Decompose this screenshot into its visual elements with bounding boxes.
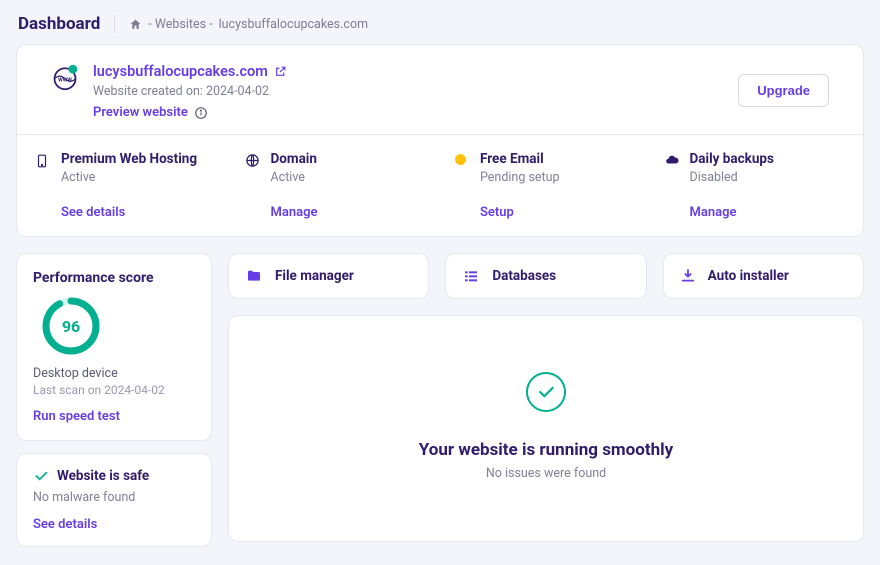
safety-details-link[interactable]: See details: [33, 517, 97, 532]
check-icon: [33, 468, 49, 484]
service-domain: Domain Active Manage: [231, 149, 441, 222]
site-name-link[interactable]: lucysbuffalocupcakes.com: [93, 63, 287, 80]
upgrade-button[interactable]: Upgrade: [738, 74, 829, 107]
performance-card: Performance score 96 Desktop device Last…: [16, 253, 212, 441]
breadcrumb: - Websites - lucysbuffalocupcakes.com: [129, 17, 368, 32]
info-icon[interactable]: [194, 106, 208, 120]
tool-label: Auto installer: [708, 268, 789, 284]
service-status: Active: [61, 170, 217, 185]
created-date: Website created on: 2024-04-02: [93, 84, 724, 99]
service-action-details[interactable]: See details: [61, 205, 125, 220]
performance-score-value: 96: [62, 317, 80, 336]
tool-databases[interactable]: Databases: [445, 253, 646, 299]
service-hosting: Premium Web Hosting Active See details: [21, 149, 231, 222]
home-icon[interactable]: [129, 18, 142, 31]
tool-label: Databases: [492, 268, 556, 284]
service-action-manage[interactable]: Manage: [271, 205, 318, 220]
service-status: Pending setup: [480, 170, 636, 185]
tool-auto-installer[interactable]: Auto installer: [663, 253, 864, 299]
status-title: Your website is running smoothly: [245, 440, 847, 460]
status-check-icon: [526, 372, 566, 412]
service-email: Free Email Pending setup Setup: [440, 149, 650, 222]
service-action-setup[interactable]: Setup: [480, 205, 514, 220]
performance-last-scan: Last scan on 2024-04-02: [33, 383, 195, 397]
safety-card: Website is safe No malware found See det…: [16, 453, 212, 547]
service-title: Daily backups: [690, 151, 846, 167]
breadcrumb-sep: - Websites -: [148, 17, 212, 32]
preview-website-link[interactable]: Preview website: [93, 105, 188, 120]
service-title: Premium Web Hosting: [61, 151, 217, 167]
website-globe-icon: WWW: [51, 63, 79, 91]
tool-file-manager[interactable]: File manager: [228, 253, 429, 299]
service-action-manage[interactable]: Manage: [690, 205, 737, 220]
status-sub: No issues were found: [245, 466, 847, 481]
svg-text:WWW: WWW: [58, 77, 72, 83]
divider: [114, 15, 115, 33]
service-status: Active: [271, 170, 427, 185]
performance-heading: Performance score: [33, 270, 195, 286]
service-title: Domain: [271, 151, 427, 167]
safety-sub: No malware found: [33, 490, 195, 505]
download-icon: [680, 268, 696, 284]
folder-icon: [245, 268, 263, 284]
service-backups: Daily backups Disabled Manage: [650, 149, 860, 222]
status-panel: Your website is running smoothly No issu…: [228, 315, 864, 542]
tool-label: File manager: [275, 268, 354, 284]
warning-dot-icon: [454, 151, 470, 220]
site-name-text: lucysbuffalocupcakes.com: [93, 63, 268, 80]
phone-icon: [35, 151, 51, 220]
list-icon: [462, 268, 480, 284]
service-title: Free Email: [480, 151, 636, 167]
performance-device: Desktop device: [33, 366, 195, 381]
external-link-icon: [274, 65, 287, 78]
cloud-icon: [664, 151, 680, 220]
performance-score-ring: 96: [41, 296, 101, 356]
globe-icon: [245, 151, 261, 220]
breadcrumb-site[interactable]: lucysbuffalocupcakes.com: [219, 17, 368, 32]
safety-heading: Website is safe: [57, 468, 149, 484]
run-speed-test-link[interactable]: Run speed test: [33, 409, 120, 424]
service-status: Disabled: [690, 170, 846, 185]
page-title: Dashboard: [18, 14, 100, 34]
